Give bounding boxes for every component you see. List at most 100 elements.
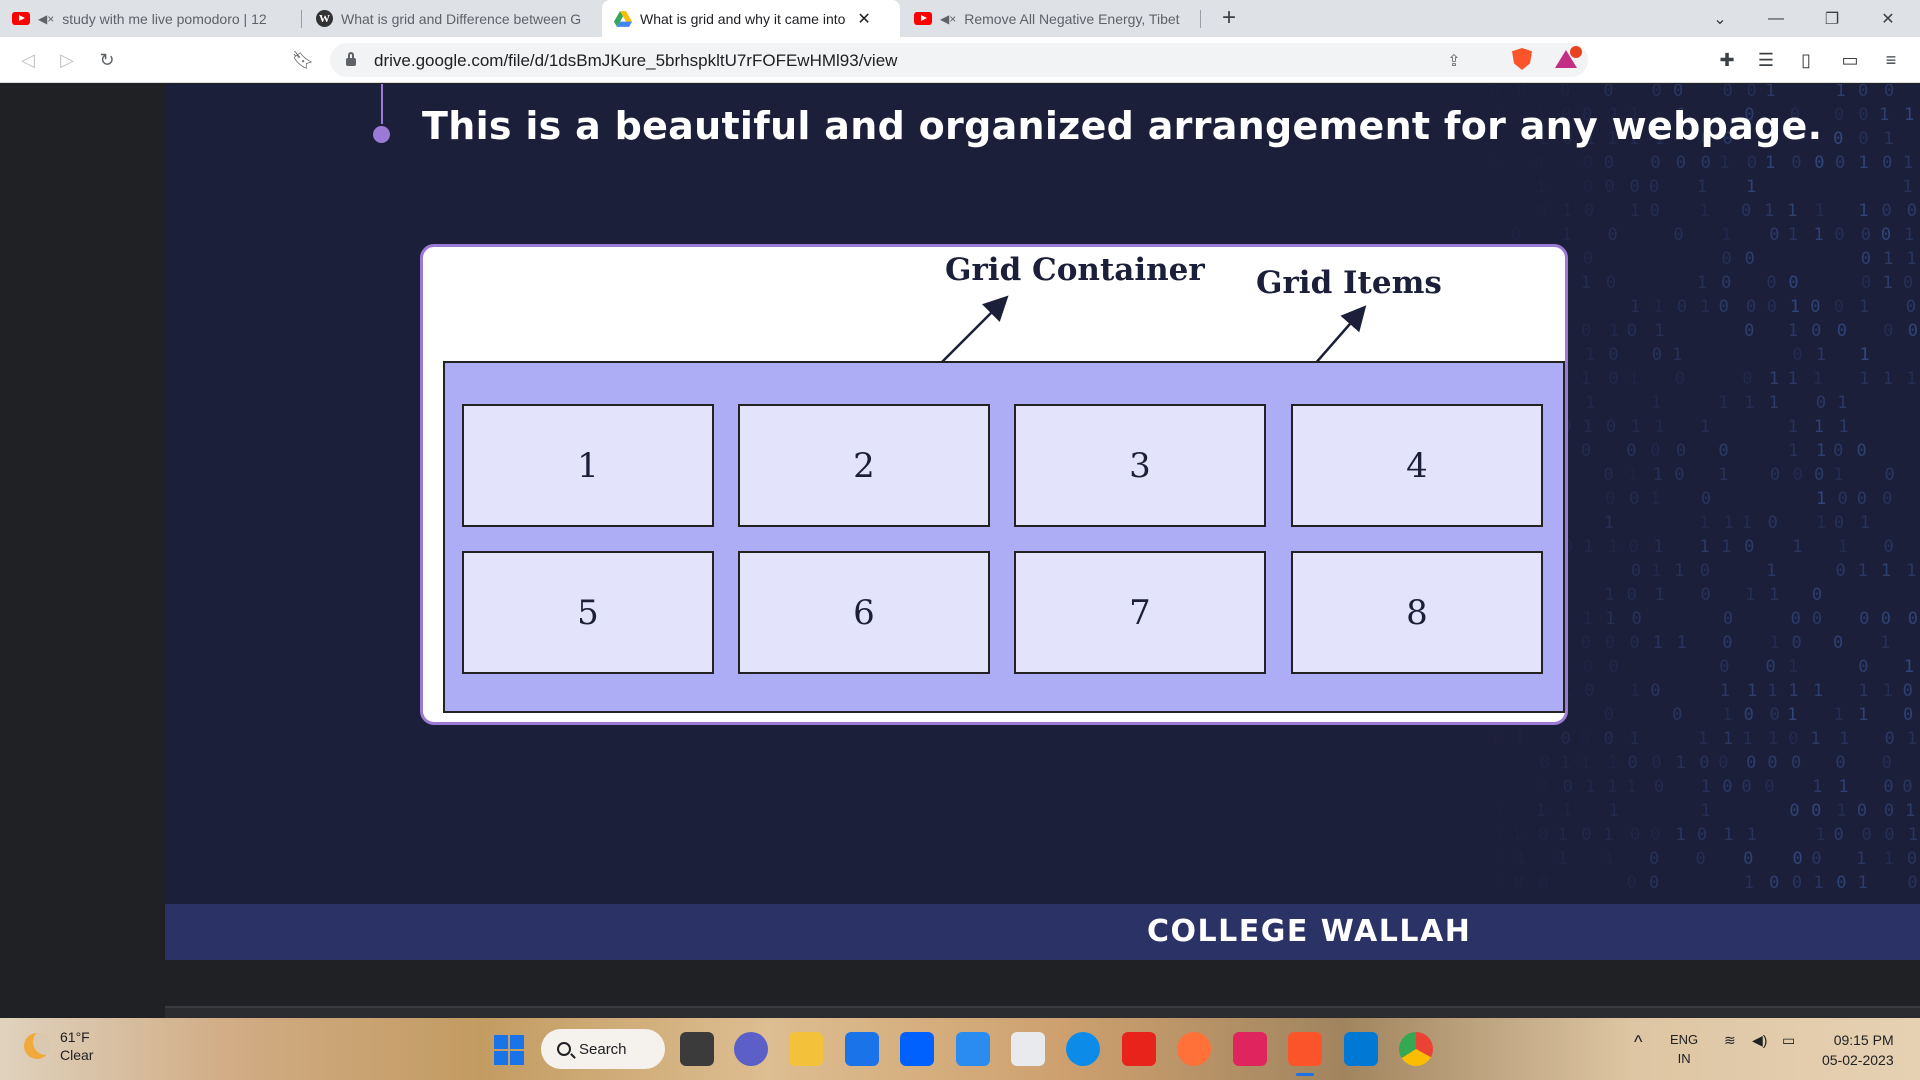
volume-icon[interactable]: ◀)	[1752, 1032, 1767, 1049]
svg-text:0: 0	[1723, 609, 1733, 629]
tab-title: What is grid and Difference between G	[341, 10, 581, 27]
restore-icon[interactable]: ❐	[1804, 0, 1860, 37]
reload-icon[interactable]: ↻	[93, 46, 121, 74]
task-view-icon[interactable]	[680, 1032, 714, 1066]
close-window-icon[interactable]: ✕	[1860, 0, 1916, 37]
chevron-up-icon[interactable]: ^	[1634, 1032, 1642, 1053]
clock-date: 05-02-2023	[1822, 1052, 1894, 1068]
menu-icon[interactable]: ≡	[1877, 46, 1905, 74]
svg-text:1: 1	[1788, 657, 1798, 677]
tab-remove-negative-energy[interactable]: ◀× Remove All Negative Energy, Tibet	[902, 0, 1198, 37]
dropbox-icon[interactable]	[900, 1032, 934, 1066]
svg-text:1: 1	[1674, 561, 1684, 581]
back-icon[interactable]: ◁	[14, 46, 42, 74]
svg-text:0: 0	[1766, 273, 1776, 293]
active-app-indicator	[1296, 1073, 1314, 1076]
svg-text:0: 0	[1882, 489, 1892, 509]
wallet-icon[interactable]: ▭	[1836, 46, 1864, 74]
file-explorer-icon[interactable]	[789, 1032, 823, 1066]
svg-text:0: 0	[1489, 153, 1499, 173]
url-text[interactable]: drive.google.com/file/d/1dsBmJKure_5brhs…	[374, 51, 897, 71]
tab-grid-difference[interactable]: W What is grid and Difference between G	[304, 0, 600, 37]
close-tab-icon[interactable]: ✕	[857, 9, 870, 29]
chevron-down-icon[interactable]: ⌄	[1692, 0, 1748, 37]
svg-text:1: 1	[1902, 177, 1912, 197]
extensions-icon[interactable]: ✚	[1713, 46, 1741, 74]
tab-study-with-me[interactable]: ◀× study with me live pomodoro | 12	[0, 0, 300, 37]
speaker-muted-icon[interactable]: ◀×	[38, 12, 54, 26]
svg-text:1: 1	[1583, 537, 1593, 557]
new-tab-button[interactable]: +	[1215, 4, 1243, 32]
tab-grid-drive[interactable]: What is grid and why it came into ✕	[602, 0, 900, 37]
svg-text:1: 1	[1858, 153, 1868, 173]
svg-text:1: 1	[1536, 801, 1546, 821]
weather-widget[interactable]: 61°F Clear	[24, 1028, 93, 1064]
address-bar[interactable]: drive.google.com/file/d/1dsBmJKure_5brhs…	[330, 43, 1588, 77]
svg-text:0: 0	[1651, 753, 1661, 773]
svg-text:0: 0	[1744, 705, 1754, 725]
todo-icon[interactable]	[956, 1032, 990, 1066]
svg-text:1: 1	[1583, 609, 1593, 629]
snipping-tool-icon[interactable]	[1011, 1032, 1045, 1066]
svg-text:1: 1	[1838, 537, 1848, 557]
forward-icon[interactable]: ▷	[53, 46, 81, 74]
svg-text:1: 1	[1719, 153, 1729, 173]
svg-text:1: 1	[1810, 729, 1820, 749]
bookmark-icon[interactable]: 🔖︎	[289, 46, 317, 74]
battery-icon[interactable]: ▭	[1782, 1032, 1795, 1049]
language-indicator[interactable]: ENG IN	[1670, 1030, 1698, 1068]
svg-text:0: 0	[1628, 753, 1638, 773]
svg-text:0: 0	[1581, 441, 1591, 461]
svg-text:0: 0	[1719, 297, 1729, 317]
svg-text:0: 0	[1649, 849, 1659, 869]
svg-text:1: 1	[1651, 393, 1661, 413]
svg-text:1: 1	[1769, 393, 1779, 413]
brave-browser-icon[interactable]	[1288, 1032, 1322, 1066]
app-icon[interactable]	[1233, 1032, 1267, 1066]
svg-text:1: 1	[1722, 705, 1732, 725]
svg-text:0: 0	[1701, 489, 1711, 509]
media-queue-icon[interactable]: ☰	[1752, 46, 1780, 74]
svg-text:0: 0	[1584, 681, 1594, 701]
vscode-icon[interactable]	[1344, 1032, 1378, 1066]
svg-text:0: 0	[1649, 177, 1659, 197]
svg-text:0: 0	[1788, 273, 1798, 293]
svg-text:1: 1	[1859, 369, 1869, 389]
svg-text:0: 0	[1652, 345, 1662, 365]
svg-text:1: 1	[1493, 825, 1503, 845]
slide-footer: COLLEGE WALLAH	[165, 904, 1920, 960]
wifi-icon[interactable]: ≋	[1724, 1032, 1736, 1049]
mail-icon[interactable]	[845, 1032, 879, 1066]
svg-text:1: 1	[1813, 225, 1823, 245]
sidebar-icon[interactable]: ▯	[1792, 46, 1820, 74]
svg-text:1: 1	[1905, 801, 1915, 821]
svg-text:0: 0	[1628, 537, 1638, 557]
svg-text:0: 0	[1883, 321, 1893, 341]
svg-text:1: 1	[1856, 849, 1866, 869]
svg-text:1: 1	[1675, 825, 1685, 845]
minimize-icon[interactable]: —	[1748, 0, 1804, 37]
system-clock[interactable]: 09:15 PM 05-02-2023	[1822, 1030, 1894, 1070]
chrome-icon[interactable]	[1399, 1032, 1433, 1066]
speaker-muted-icon[interactable]: ◀×	[940, 12, 956, 26]
svg-text:1: 1	[1765, 84, 1775, 101]
svg-text:0: 0	[1581, 321, 1591, 341]
wps-office-icon[interactable]	[1122, 1032, 1156, 1066]
svg-text:1: 1	[1769, 585, 1779, 605]
windows-start-icon[interactable]	[494, 1035, 524, 1065]
svg-text:0: 0	[1881, 225, 1891, 245]
svg-text:0: 0	[1631, 561, 1641, 581]
taskbar-search[interactable]: Search	[541, 1029, 665, 1069]
svg-text:1: 1	[1859, 297, 1869, 317]
firefox-icon[interactable]	[1177, 1032, 1211, 1066]
teams-chat-icon[interactable]	[734, 1032, 768, 1066]
svg-text:0: 0	[1718, 753, 1728, 773]
svg-text:1: 1	[1650, 489, 1660, 509]
svg-text:0: 0	[1606, 273, 1616, 293]
svg-text:0: 0	[1908, 609, 1918, 629]
svg-text:0: 0	[1514, 873, 1524, 893]
svg-text:0: 0	[1789, 801, 1799, 821]
edge-icon[interactable]	[1066, 1032, 1100, 1066]
svg-text:0: 0	[1605, 633, 1615, 653]
share-icon[interactable]: ⇪	[1442, 49, 1466, 73]
